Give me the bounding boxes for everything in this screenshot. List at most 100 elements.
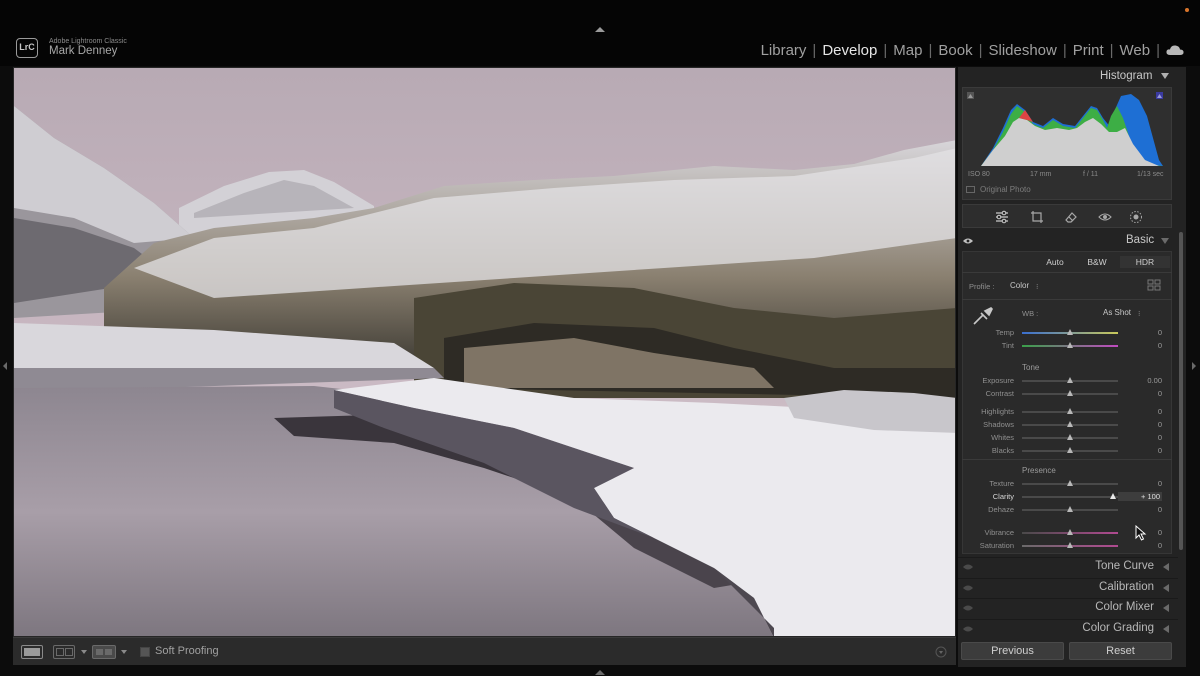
develop-tool-strip — [962, 204, 1172, 228]
expand-left-panel-icon[interactable] — [3, 362, 7, 370]
collapse-right-panel-icon[interactable] — [1192, 362, 1196, 370]
auto-button[interactable]: Auto — [1030, 256, 1080, 268]
wb-label: WB : — [1022, 309, 1039, 318]
module-book[interactable]: Book — [932, 42, 978, 59]
whites-slider-thumb[interactable] — [1067, 434, 1073, 440]
blacks-value[interactable]: 0 — [1130, 446, 1162, 455]
cloud-icon[interactable] — [1166, 44, 1184, 56]
saturation-value[interactable]: 0 — [1130, 541, 1162, 550]
tone-curve-expand-icon[interactable] — [1163, 563, 1169, 571]
wb-eyedropper-icon[interactable] — [971, 305, 995, 327]
clarity-slider-thumb[interactable] — [1110, 493, 1117, 499]
temp-value[interactable]: 0 — [1130, 328, 1162, 337]
tone-curve-panel-header[interactable]: Tone Curve — [958, 557, 1178, 575]
expand-filmstrip-icon[interactable] — [595, 670, 605, 675]
basic-panel-header[interactable]: Basic — [958, 232, 1178, 250]
whites-label: Whites — [991, 433, 1014, 442]
calibration-title: Calibration — [1099, 581, 1154, 593]
contrast-label: Contrast — [985, 389, 1014, 398]
profile-browser-grid-icon[interactable] — [1147, 279, 1161, 291]
dehaze-value[interactable]: 0 — [1130, 505, 1162, 514]
highlights-value[interactable]: 0 — [1130, 407, 1162, 416]
soft-proofing-checkbox[interactable] — [140, 647, 150, 657]
before-after-swap-button[interactable] — [92, 645, 116, 659]
module-slideshow[interactable]: Slideshow — [982, 42, 1062, 59]
swap-dropdown-icon[interactable] — [121, 650, 127, 654]
original-photo-checkbox[interactable] — [966, 186, 975, 193]
color-mixer-visibility-eye-icon[interactable] — [963, 605, 973, 611]
whites-value[interactable]: 0 — [1130, 433, 1162, 442]
hdr-button[interactable]: HDR — [1120, 256, 1170, 268]
color-grading-visibility-eye-icon[interactable] — [963, 626, 973, 632]
module-develop[interactable]: Develop — [816, 42, 883, 59]
toolbar-content-dropdown-icon[interactable] — [935, 646, 947, 658]
module-print[interactable]: Print — [1067, 42, 1110, 59]
temp-slider-thumb[interactable] — [1067, 329, 1073, 335]
exposure-value[interactable]: 0.00 — [1130, 376, 1162, 385]
loupe-view-icon — [24, 648, 40, 656]
calibration-visibility-eye-icon[interactable] — [963, 585, 973, 591]
calibration-expand-icon[interactable] — [1163, 584, 1169, 592]
tint-value[interactable]: 0 — [1130, 341, 1162, 350]
crop-icon[interactable] — [1030, 210, 1044, 224]
contrast-slider-thumb[interactable] — [1067, 390, 1073, 396]
basic-collapse-icon[interactable] — [1161, 238, 1169, 244]
tint-slider-thumb[interactable] — [1067, 342, 1073, 348]
panel-scrollbar[interactable] — [1179, 232, 1183, 550]
masking-icon[interactable] — [1129, 210, 1143, 224]
module-web[interactable]: Web — [1114, 42, 1157, 59]
photo-preview[interactable] — [13, 67, 956, 637]
shadows-slider-thumb[interactable] — [1067, 421, 1073, 427]
clarity-slider[interactable] — [1022, 496, 1118, 498]
tone-curve-visibility-eye-icon[interactable] — [963, 564, 973, 570]
vibrance-slider-thumb[interactable] — [1067, 529, 1073, 535]
color-grading-expand-icon[interactable] — [1163, 625, 1169, 633]
loupe-view-button[interactable] — [21, 645, 43, 659]
histogram[interactable] — [962, 87, 1172, 200]
before-after-dropdown-icon[interactable] — [81, 650, 87, 654]
swap-right-icon — [105, 649, 112, 655]
reset-button[interactable]: Reset — [1069, 642, 1172, 660]
exposure-slider-thumb[interactable] — [1067, 377, 1073, 383]
after-icon — [65, 648, 73, 656]
activity-indicator-icon[interactable] — [1185, 8, 1189, 12]
swap-left-icon — [96, 649, 103, 655]
highlights-label: Highlights — [981, 407, 1014, 416]
wb-dropdown-icon[interactable]: ⁝ — [1138, 309, 1140, 318]
highlights-slider-thumb[interactable] — [1067, 408, 1073, 414]
edit-sliders-icon[interactable] — [995, 210, 1009, 224]
wb-select[interactable]: As Shot — [1103, 308, 1131, 317]
module-library[interactable]: Library — [755, 42, 813, 59]
color-mixer-panel-header[interactable]: Color Mixer — [958, 598, 1178, 616]
tone-curve-title: Tone Curve — [1095, 560, 1154, 572]
profile-select[interactable]: Color — [1010, 281, 1029, 290]
shadows-label: Shadows — [983, 420, 1014, 429]
saturation-slider-thumb[interactable] — [1067, 542, 1073, 548]
color-mixer-expand-icon[interactable] — [1163, 604, 1169, 612]
profile-dropdown-icon[interactable]: ⁝ — [1036, 282, 1038, 291]
texture-value[interactable]: 0 — [1130, 479, 1162, 488]
histogram-collapse-icon[interactable] — [1161, 73, 1169, 79]
histogram-title[interactable]: Histogram — [1100, 70, 1152, 82]
contrast-value[interactable]: 0 — [1130, 389, 1162, 398]
saturation-label: Saturation — [979, 541, 1014, 550]
healing-eraser-icon[interactable] — [1064, 210, 1078, 224]
dehaze-slider-thumb[interactable] — [1067, 506, 1073, 512]
shadows-value[interactable]: 0 — [1130, 420, 1162, 429]
texture-label: Texture — [989, 479, 1014, 488]
calibration-panel-header[interactable]: Calibration — [958, 578, 1178, 596]
module-map[interactable]: Map — [887, 42, 928, 59]
before-after-lr-button[interactable] — [53, 645, 75, 659]
bw-button[interactable]: B&W — [1082, 256, 1112, 268]
clarity-label: Clarity — [992, 492, 1014, 501]
red-eye-icon[interactable] — [1098, 210, 1112, 224]
previous-button[interactable]: Previous — [961, 642, 1064, 660]
histogram-iso: ISO 80 — [968, 171, 990, 178]
color-grading-panel-header[interactable]: Color Grading — [958, 619, 1178, 637]
clarity-value[interactable]: + 100 — [1118, 492, 1162, 501]
profile-label: Profile : — [969, 282, 995, 291]
texture-slider-thumb[interactable] — [1067, 480, 1073, 486]
basic-visibility-eye-icon[interactable] — [963, 238, 973, 244]
collapse-top-arrow-icon[interactable] — [595, 27, 605, 32]
blacks-slider-thumb[interactable] — [1067, 447, 1073, 453]
